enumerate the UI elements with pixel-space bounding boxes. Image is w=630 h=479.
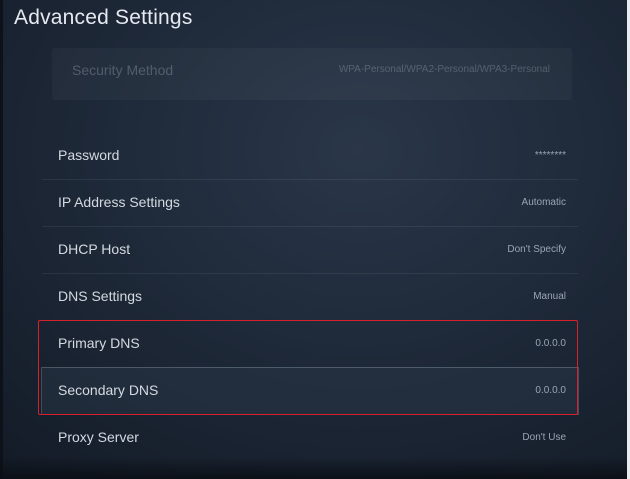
settings-row-dns-settings[interactable]: DNS Settings Manual <box>42 274 578 320</box>
dns-highlight-annotation <box>38 320 578 415</box>
row-value: Automatic <box>521 197 566 208</box>
settings-row-ip-address-settings[interactable]: IP Address Settings Automatic <box>42 180 578 226</box>
bottom-fade <box>0 457 630 479</box>
row-value: Manual <box>533 291 566 302</box>
page-title: Advanced Settings <box>14 6 193 29</box>
frame-edge-left <box>0 0 3 479</box>
settings-row-dhcp-host[interactable]: DHCP Host Don't Specify <box>42 227 578 273</box>
settings-row-password[interactable]: Password ******** <box>42 133 578 179</box>
row-label: DNS Settings <box>58 288 143 304</box>
row-label: IP Address Settings <box>58 194 180 210</box>
row-label: Proxy Server <box>58 429 139 445</box>
row-value: Don't Specify <box>507 244 566 255</box>
row-value: ******** <box>534 150 566 161</box>
row-value: Don't Use <box>522 432 566 443</box>
settings-row-proxy-server[interactable]: Proxy Server Don't Use <box>42 415 578 461</box>
security-method-value: WPA-Personal/WPA2-Personal/WPA3-Personal <box>338 64 550 75</box>
row-label: DHCP Host <box>58 241 131 257</box>
security-method-item: Security Method WPA-Personal/WPA2-Person… <box>52 48 572 100</box>
row-label: Password <box>58 147 120 163</box>
advanced-settings-screen: Advanced Settings Security Method WPA-Pe… <box>0 0 630 479</box>
security-method-label: Security Method <box>72 62 174 78</box>
